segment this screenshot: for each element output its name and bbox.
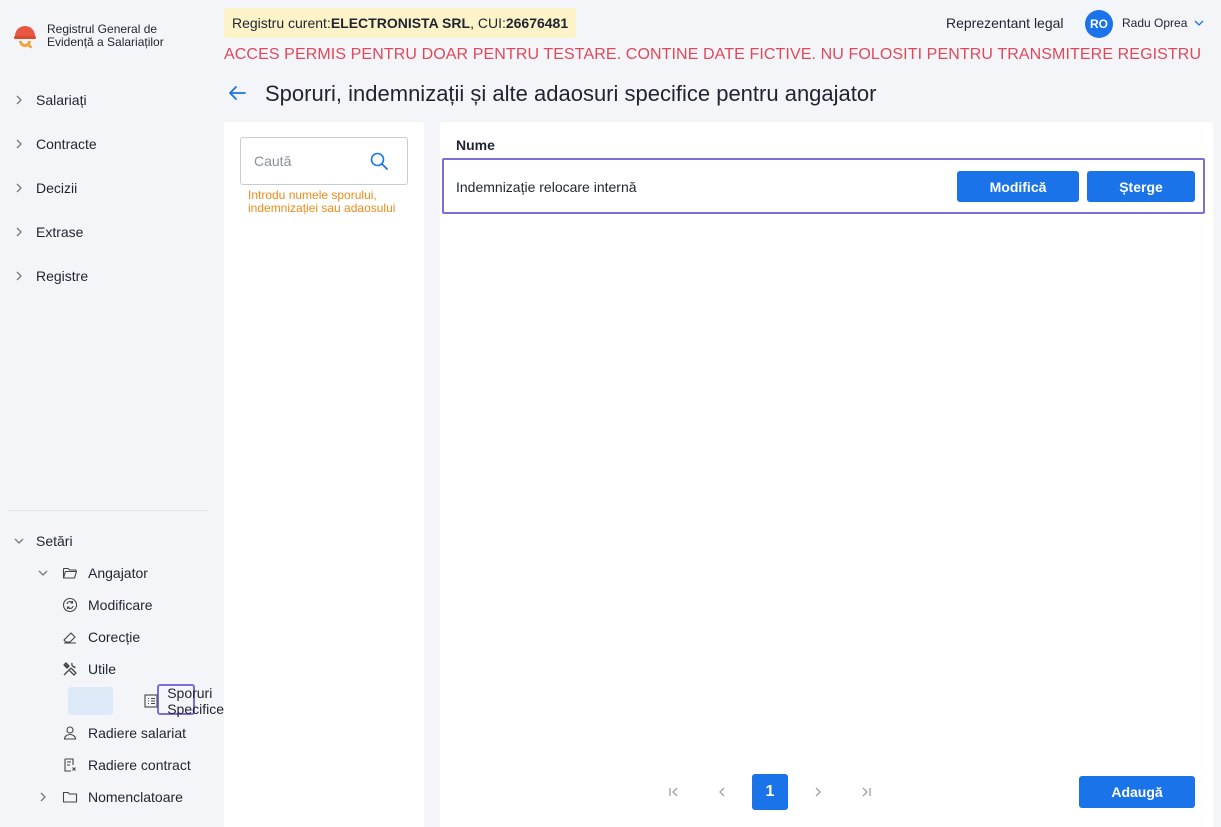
app-name-line2: Evidență a Salariaților [47,35,164,49]
row-name: Indemnizație relocare internă [456,179,637,195]
pagination: 1 [656,774,884,810]
eraser-icon [60,627,80,647]
user-menu[interactable]: Radu Oprea [1122,16,1205,30]
user-role: Reprezentant legal [946,15,1064,31]
nav-item-salariati[interactable]: Salariați [0,78,224,122]
search-input[interactable] [254,153,364,169]
nav-item-corectie[interactable]: Corecție [0,621,224,653]
prev-page-button[interactable] [704,774,740,810]
settings-nav: Setări Angajator Modificare Corecție Uti… [0,525,224,813]
sidebar: Registrul General de Evidență a Salariaț… [0,0,224,827]
current-registry-badge: Registru curent: ELECTRONISTA SRL , CUI:… [224,8,577,38]
nav-item-label: Salariați [36,92,87,108]
cui-prefix: , CUI: [470,15,506,31]
nav-item-label: Sporuri Specifice [167,685,225,717]
nav-item-decizii[interactable]: Decizii [0,166,224,210]
nav-item-label: Angajator [88,565,148,581]
sync-circle-icon [60,595,80,615]
nav-item-label: Extrase [36,224,84,240]
test-warning-banner: ACCES PERMIS PENTRU DOAR PENTRU TESTARE.… [224,46,1202,63]
nav-item-label: Setări [36,533,73,549]
chevron-right-icon [815,787,821,797]
nav-item-label: Modificare [88,597,153,613]
search-box [240,137,408,185]
nav-item-sporuri-specifice[interactable]: Sporuri Specifice [0,683,225,717]
nav-item-setari[interactable]: Setări [0,525,224,557]
add-button[interactable]: Adaugă [1079,776,1195,808]
nav-item-nomenclatoare[interactable]: Nomenclatoare [0,781,224,813]
folder-open-icon [60,563,80,583]
app-name: Registrul General de Evidență a Salariaț… [47,23,164,49]
user-name: Radu Oprea [1122,16,1188,30]
chevron-down-icon [36,566,50,580]
chevron-right-icon [12,93,26,107]
document-remove-icon [60,755,80,775]
nav-item-label: Decizii [36,180,78,196]
edit-button[interactable]: Modifică [957,171,1079,202]
nav-item-utile[interactable]: Utile [0,653,224,685]
nav-item-registre[interactable]: Registre [0,254,224,298]
next-page-button[interactable] [800,774,836,810]
nav-item-label: Corecție [88,629,141,645]
tools-icon [60,659,80,679]
first-page-icon [669,787,678,797]
user-icon [60,723,80,743]
search-icon[interactable] [369,151,389,171]
nav-item-radiere-contract[interactable]: Radiere contract [0,749,224,781]
first-page-button[interactable] [656,774,692,810]
table-row: Indemnizație relocare internă Modifică Ș… [442,158,1205,214]
current-page[interactable]: 1 [752,774,788,810]
search-hint: Introdu numele sporului, indemnizației s… [248,188,396,215]
nav-item-label: Radiere salariat [88,725,187,741]
main-nav: Salariați Contracte Decizii Extrase Regi… [0,78,224,298]
active-item-background [68,687,114,715]
chevron-right-icon [12,225,26,239]
nav-item-label: Nomenclatoare [88,789,183,805]
last-page-icon [862,787,871,797]
nav-item-label: Contracte [36,136,97,152]
registry-cui: 26676481 [505,15,569,31]
chevron-right-icon [12,269,26,283]
nav-item-radiere-salariat[interactable]: Radiere salariat [0,717,224,749]
nav-item-label: Radiere contract [88,757,191,773]
page-title: Sporuri, indemnizații și alte adaosuri s… [265,81,877,106]
back-arrow-icon[interactable] [226,82,248,104]
nav-item-label: Utile [88,661,117,677]
chevron-right-icon [12,137,26,151]
column-header-name: Nume [456,137,495,153]
last-page-button[interactable] [848,774,884,810]
nav-item-angajator[interactable]: Angajator [0,557,224,589]
chevron-right-icon [36,790,50,804]
app-logo[interactable]: Registrul General de Evidență a Salariaț… [12,22,164,50]
filter-panel: Introdu numele sporului, indemnizației s… [224,122,424,827]
folder-icon [60,787,80,807]
nav-item-extrase[interactable]: Extrase [0,210,224,254]
chevron-right-icon [12,181,26,195]
list-document-icon [143,691,159,711]
nav-item-contracte[interactable]: Contracte [0,122,224,166]
nav-item-modificare[interactable]: Modificare [0,589,224,621]
main-panel: Nume Indemnizație relocare internă Modif… [440,122,1213,827]
chevron-left-icon [719,787,725,797]
avatar[interactable]: RO [1085,10,1113,38]
nav-item-label: Registre [36,268,89,284]
logo-icon [14,26,36,49]
sidebar-divider [8,510,208,511]
registry-prefix: Registru curent: [232,15,331,31]
chevron-down-icon [1194,20,1204,26]
registry-name: ELECTRONISTA SRL [330,15,471,31]
delete-button[interactable]: Șterge [1087,171,1195,202]
chevron-down-icon [12,534,26,548]
